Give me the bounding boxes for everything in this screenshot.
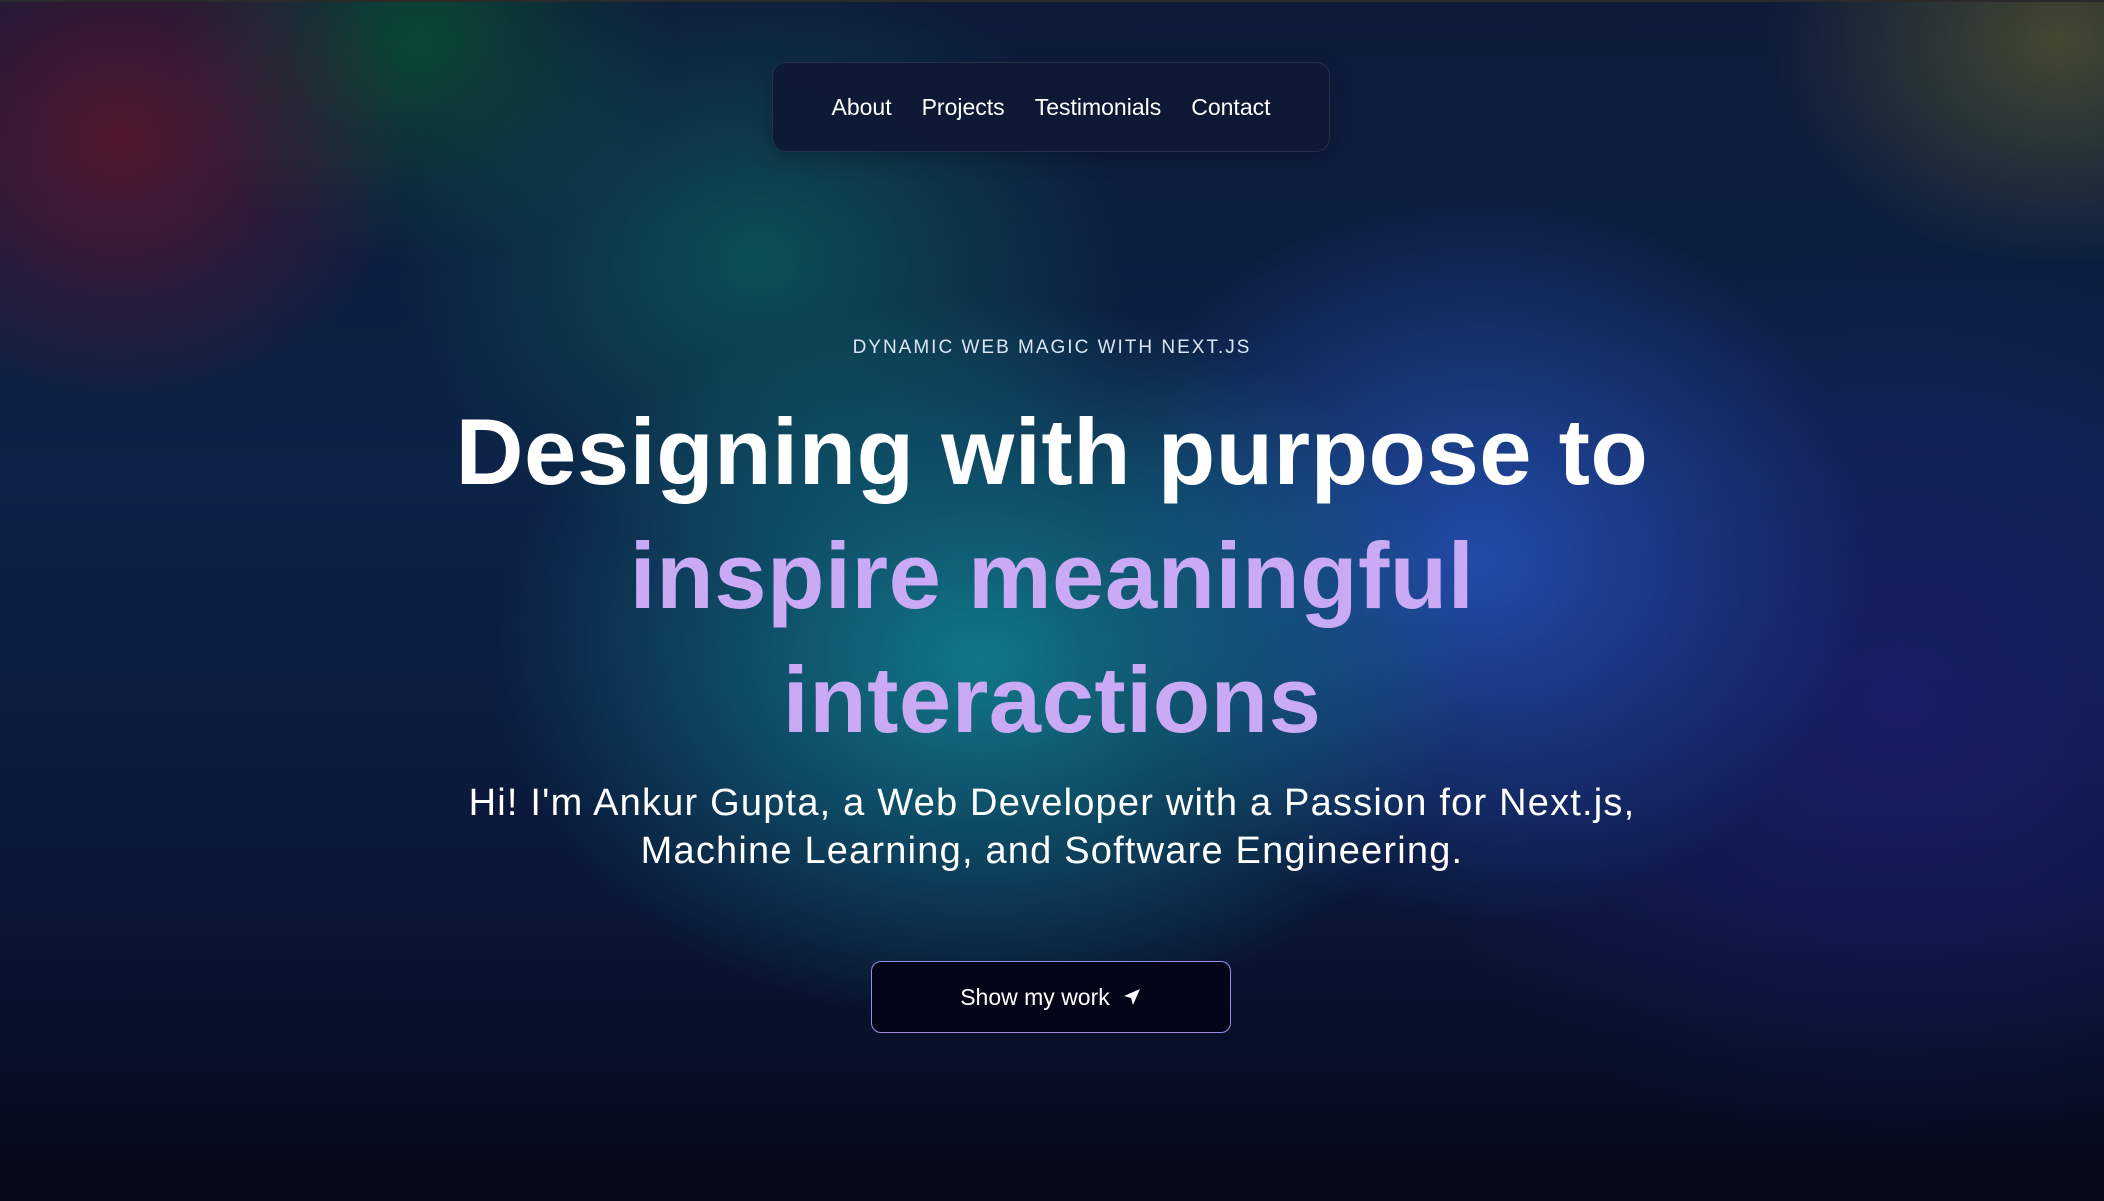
intro-line-1: Hi! I'm Ankur Gupta, a Web Developer wit…: [468, 782, 1636, 824]
show-my-work-button[interactable]: Show my work: [871, 961, 1231, 1033]
hero-headline: Designing with purpose to inspire meanin…: [302, 390, 1802, 762]
headline-line-2: inspire meaningful: [629, 523, 1475, 628]
intro-line-2: Machine Learning, and Software Engineeri…: [640, 830, 1464, 872]
hero-intro: Hi! I'm Ankur Gupta, a Web Developer wit…: [302, 779, 1802, 875]
floating-navbar: About Projects Testimonials Contact: [772, 62, 1330, 152]
cta-label: Show my work: [960, 983, 1110, 1010]
send-icon: [1122, 987, 1142, 1007]
nav-link-testimonials[interactable]: Testimonials: [1035, 94, 1162, 121]
nav-link-about[interactable]: About: [831, 94, 891, 121]
window-top-border: [0, 0, 2104, 2]
nav-link-contact[interactable]: Contact: [1191, 94, 1270, 121]
hero-eyebrow: DYNAMIC WEB MAGIC WITH NEXT.JS: [852, 337, 1252, 358]
nav-link-projects[interactable]: Projects: [922, 94, 1005, 121]
headline-line-1: Designing with purpose to: [455, 399, 1649, 504]
headline-line-3: interactions: [782, 647, 1322, 752]
